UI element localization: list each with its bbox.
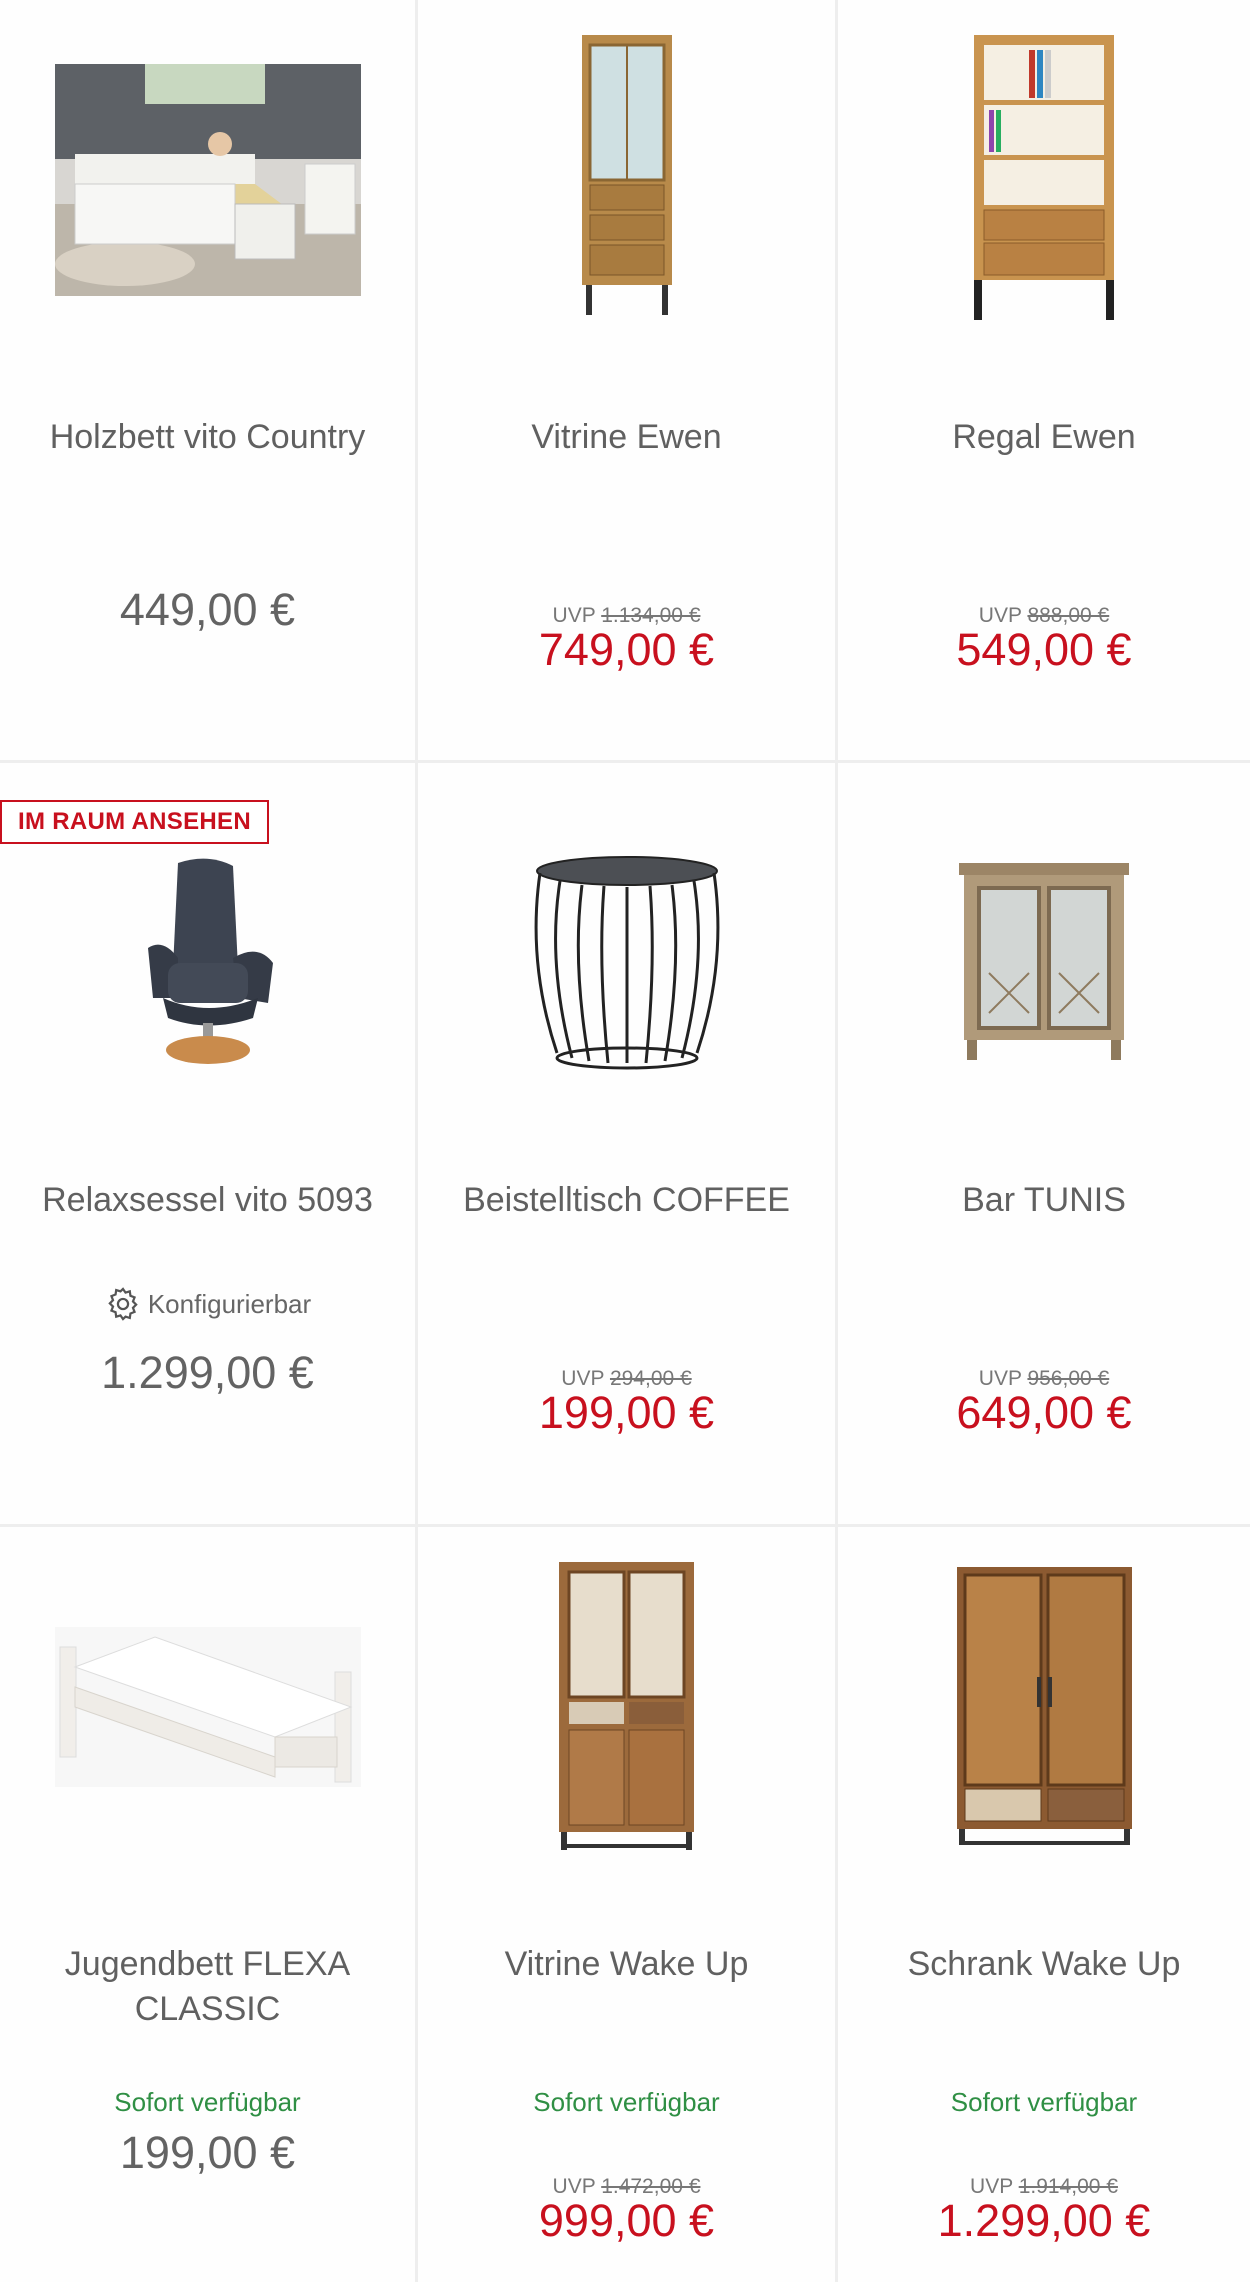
product-card[interactable]: Schrank Wake Up Sofort verfügbar UVP 1.9…: [838, 1527, 1250, 2282]
product-grid: Holzbett vito Country 449,00 € Vitrine E…: [0, 0, 1250, 2282]
product-image[interactable]: [0, 1547, 415, 1867]
product-card[interactable]: Regal Ewen UVP 888,00 € 549,00 €: [838, 0, 1250, 763]
availability-status: Sofort verfügbar: [533, 2087, 720, 2117]
product-image[interactable]: [418, 20, 835, 340]
product-card[interactable]: Holzbett vito Country 449,00 €: [0, 0, 418, 763]
sale-price: 549,00 €: [956, 624, 1132, 675]
product-image[interactable]: [418, 803, 835, 1123]
product-image[interactable]: [0, 803, 415, 1123]
wire-side-table-image: [534, 856, 719, 1070]
bar-cabinet-image: [959, 863, 1129, 1060]
tall-glass-cabinet-image: [581, 35, 672, 315]
configurable-tag[interactable]: Konfigurierbar: [0, 1285, 415, 1323]
configurable-label: Konfigurierbar: [147, 1288, 312, 1319]
sale-price: 999,00 €: [538, 2195, 715, 2246]
product-card[interactable]: Jugendbett FLEXA CLASSIC Sofort verfügba…: [0, 1527, 418, 2282]
recliner-chair-image: [147, 858, 273, 1064]
product-name[interactable]: Relaxsessel vito 5093: [20, 1178, 395, 1223]
product-image[interactable]: [0, 20, 415, 340]
product-name[interactable]: Holzbett vito Country: [20, 415, 395, 460]
bed-with-drawers-image: [54, 64, 361, 296]
product-card[interactable]: Bar TUNIS UVP 956,00 € 649,00 €: [838, 763, 1250, 1527]
product-name[interactable]: Bar TUNIS: [858, 1178, 1230, 1223]
product-price: 449,00 €: [119, 584, 296, 635]
product-name[interactable]: Jugendbett FLEXA CLASSIC: [20, 1942, 395, 2032]
sale-price: 649,00 €: [956, 1387, 1132, 1438]
sale-price: 1.299,00 €: [937, 2195, 1151, 2246]
product-name[interactable]: Regal Ewen: [858, 415, 1230, 460]
product-name[interactable]: Vitrine Wake Up: [438, 1942, 815, 1987]
wood-vitrine-image: [559, 1562, 694, 1850]
product-image[interactable]: [838, 1547, 1250, 1867]
sale-price: 749,00 €: [538, 624, 715, 675]
product-image[interactable]: [838, 803, 1250, 1123]
gear-icon: [108, 1287, 138, 1321]
availability-status: Sofort verfügbar: [114, 2087, 301, 2117]
product-name[interactable]: Schrank Wake Up: [858, 1942, 1230, 1987]
wood-wardrobe-image: [956, 1567, 1132, 1845]
product-name[interactable]: Vitrine Ewen: [438, 415, 815, 460]
product-card[interactable]: IM RAUM ANSEHEN Relaxsessel vito 5093 Ko…: [0, 763, 418, 1527]
product-card[interactable]: Vitrine Ewen UVP 1.134,00 € 749,00 €: [418, 0, 838, 763]
product-image[interactable]: [838, 20, 1250, 340]
product-price: 199,00 €: [119, 2127, 296, 2178]
bookshelf-image: [974, 35, 1114, 320]
availability-status: Sofort verfügbar: [950, 2087, 1138, 2117]
product-card[interactable]: Beistelltisch COFFEE UVP 294,00 € 199,00…: [418, 763, 838, 1527]
product-card[interactable]: Vitrine Wake Up Sofort verfügbar UVP 1.4…: [418, 1527, 838, 2282]
white-single-bed-image: [54, 1627, 361, 1787]
sale-price: 199,00 €: [538, 1387, 715, 1438]
product-image[interactable]: [418, 1547, 835, 1867]
product-name[interactable]: Beistelltisch COFFEE: [438, 1178, 815, 1223]
product-price: 1.299,00 €: [101, 1347, 314, 1398]
